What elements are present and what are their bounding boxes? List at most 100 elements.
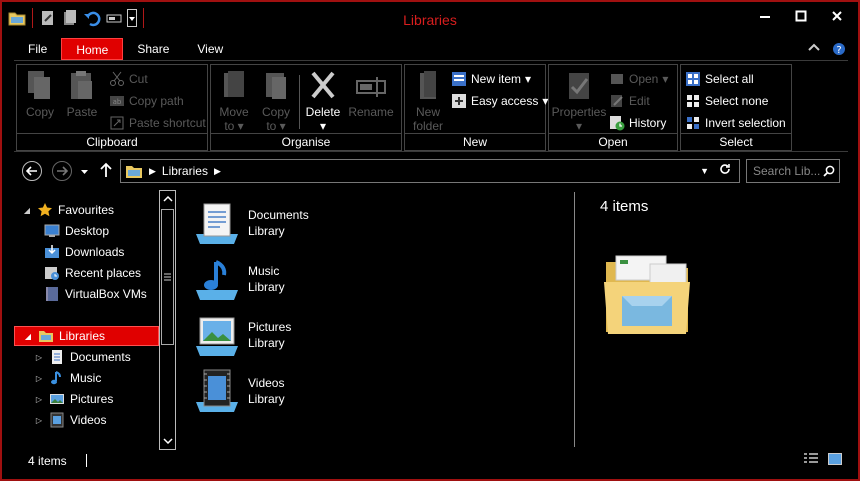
group-divider bbox=[17, 133, 207, 134]
cut-button[interactable]: Cut bbox=[109, 69, 148, 89]
minimize-ribbon-icon[interactable] bbox=[808, 42, 820, 59]
copy-button[interactable]: Copy bbox=[19, 69, 61, 119]
chevron-down-icon: ▾ bbox=[525, 72, 532, 86]
recent-locations-button[interactable] bbox=[80, 165, 89, 179]
new-folder-button[interactable]: New folder bbox=[407, 69, 449, 133]
view-switcher bbox=[804, 453, 842, 468]
details-view-icon[interactable] bbox=[804, 453, 818, 468]
search-input[interactable]: Search Lib... bbox=[753, 164, 820, 178]
up-arrow-icon bbox=[100, 162, 112, 177]
select-label: Select bbox=[719, 135, 753, 149]
delete-x-icon bbox=[311, 71, 335, 99]
breadcrumb-libraries[interactable]: Libraries bbox=[162, 164, 208, 178]
library-item-documents[interactable]: Documents Library bbox=[192, 198, 392, 248]
tree-libraries[interactable]: ◢ Libraries bbox=[14, 326, 159, 346]
copy-path-icon: ab bbox=[110, 96, 124, 106]
search-icon[interactable] bbox=[823, 165, 835, 177]
expand-arrow-icon[interactable]: ▷ bbox=[34, 395, 44, 404]
libraries-icon bbox=[39, 331, 53, 342]
select-none-button[interactable]: Select none bbox=[685, 91, 768, 111]
new-item-icon bbox=[452, 72, 466, 86]
help-icon[interactable]: ? bbox=[832, 42, 846, 59]
libraries-folder-icon bbox=[604, 255, 690, 334]
expand-arrow-icon[interactable]: ▷ bbox=[34, 374, 44, 383]
paste-icon bbox=[71, 71, 92, 99]
address-history-chevron-icon[interactable]: ▼ bbox=[700, 166, 709, 176]
details-pane-divider[interactable] bbox=[574, 192, 575, 447]
move-to-button[interactable]: Move to ▾ bbox=[213, 69, 255, 133]
videos-icon bbox=[50, 412, 64, 428]
status-divider bbox=[86, 454, 87, 467]
rename-button[interactable]: Rename bbox=[345, 69, 397, 119]
library-item-music[interactable]: Music Library bbox=[192, 254, 392, 304]
tab-file[interactable]: File bbox=[14, 38, 61, 60]
invert-selection-icon bbox=[687, 117, 699, 129]
collapse-arrow-icon[interactable]: ◢ bbox=[23, 332, 33, 341]
tree-item-downloads[interactable]: Downloads bbox=[44, 242, 124, 262]
virtualbox-folder-icon bbox=[46, 287, 58, 301]
breadcrumb-chevron-icon[interactable]: ▶ bbox=[149, 166, 156, 177]
tree-item-recent-places[interactable]: Recent places bbox=[44, 263, 141, 283]
tree-item-pictures[interactable]: ▷ Pictures bbox=[34, 389, 113, 409]
delete-button[interactable]: Delete ▾ bbox=[301, 69, 345, 133]
tree-item-virtualbox-vms[interactable]: VirtualBox VMs bbox=[44, 284, 147, 304]
minimize-button[interactable] bbox=[748, 6, 782, 26]
tree-item-videos[interactable]: ▷ Videos bbox=[34, 410, 106, 430]
tree-item-desktop[interactable]: Desktop bbox=[44, 221, 109, 241]
tree-item-music[interactable]: ▷ Music bbox=[34, 368, 101, 388]
scroll-thumb[interactable] bbox=[161, 209, 174, 345]
history-icon bbox=[610, 116, 625, 131]
tab-view[interactable]: View bbox=[183, 38, 237, 60]
address-bar[interactable]: ▶ Libraries ▶ ▼ bbox=[120, 159, 740, 183]
downloads-icon bbox=[45, 245, 59, 258]
breadcrumb-chevron-icon[interactable]: ▶ bbox=[214, 166, 221, 177]
tree-item-documents[interactable]: ▷ Documents bbox=[34, 347, 131, 367]
organise-label: Organise bbox=[281, 135, 331, 149]
invert-selection-button[interactable]: Invert selection bbox=[685, 113, 786, 133]
copy-to-icon bbox=[266, 73, 286, 99]
new-group: New folder New item ▾ Easy access ▾ New bbox=[404, 64, 548, 151]
libraries-icon bbox=[126, 166, 142, 178]
pictures-library-icon bbox=[196, 317, 238, 356]
expand-arrow-icon[interactable]: ▷ bbox=[34, 353, 44, 362]
open-group: Properties ▾ Open ▾ Edit History Open bbox=[548, 64, 678, 151]
history-button[interactable]: History bbox=[609, 113, 666, 133]
collapse-arrow-icon[interactable]: ◢ bbox=[22, 206, 32, 215]
expand-arrow-icon[interactable]: ▷ bbox=[34, 416, 44, 425]
maximize-button[interactable] bbox=[784, 6, 818, 26]
tree-favourites[interactable]: ◢ Favourites bbox=[22, 200, 114, 220]
properties-button[interactable]: Properties ▾ bbox=[551, 69, 607, 133]
edit-icon bbox=[611, 95, 623, 107]
move-to-icon bbox=[224, 71, 244, 97]
new-item-button[interactable]: New item ▾ bbox=[451, 69, 531, 89]
explorer-window: Libraries File Home Share View ? Copy Pa… bbox=[0, 0, 860, 481]
open-button[interactable]: Open ▾ bbox=[609, 69, 668, 89]
copy-path-button[interactable]: ab Copy path bbox=[109, 91, 184, 111]
back-button[interactable] bbox=[22, 161, 42, 181]
properties-check-icon bbox=[569, 73, 589, 99]
easy-access-button[interactable]: Easy access ▾ bbox=[451, 91, 548, 111]
music-library-icon bbox=[196, 260, 238, 300]
close-button[interactable] bbox=[820, 6, 854, 26]
library-item-videos[interactable]: Videos Library bbox=[192, 366, 392, 416]
library-item-pictures[interactable]: Pictures Library bbox=[192, 310, 392, 360]
search-box[interactable]: Search Lib... bbox=[746, 159, 840, 183]
select-all-button[interactable]: Select all bbox=[685, 69, 754, 89]
chevron-down-icon: ▾ bbox=[319, 119, 327, 133]
up-button[interactable] bbox=[100, 162, 112, 181]
nav-scrollbar[interactable] bbox=[159, 190, 176, 450]
large-icons-view-icon[interactable] bbox=[828, 453, 842, 468]
scroll-up-icon[interactable] bbox=[160, 191, 175, 207]
refresh-icon[interactable] bbox=[719, 163, 731, 178]
scroll-down-icon[interactable] bbox=[160, 433, 175, 449]
copy-to-button[interactable]: Copy to ▾ bbox=[255, 69, 297, 133]
paste-shortcut-button[interactable]: Paste shortcut bbox=[109, 113, 206, 133]
edit-button[interactable]: Edit bbox=[609, 91, 650, 111]
tab-home[interactable]: Home bbox=[61, 38, 124, 60]
navigation-pane: ◢ Favourites Desktop Downloads Recent pl… bbox=[14, 190, 176, 450]
open-label: Open bbox=[598, 135, 628, 149]
tab-share[interactable]: Share bbox=[123, 38, 183, 60]
forward-button[interactable] bbox=[52, 161, 72, 181]
navigation-bar: ▶ Libraries ▶ ▼ Search Lib... bbox=[14, 157, 848, 185]
paste-button[interactable]: Paste bbox=[61, 69, 103, 119]
